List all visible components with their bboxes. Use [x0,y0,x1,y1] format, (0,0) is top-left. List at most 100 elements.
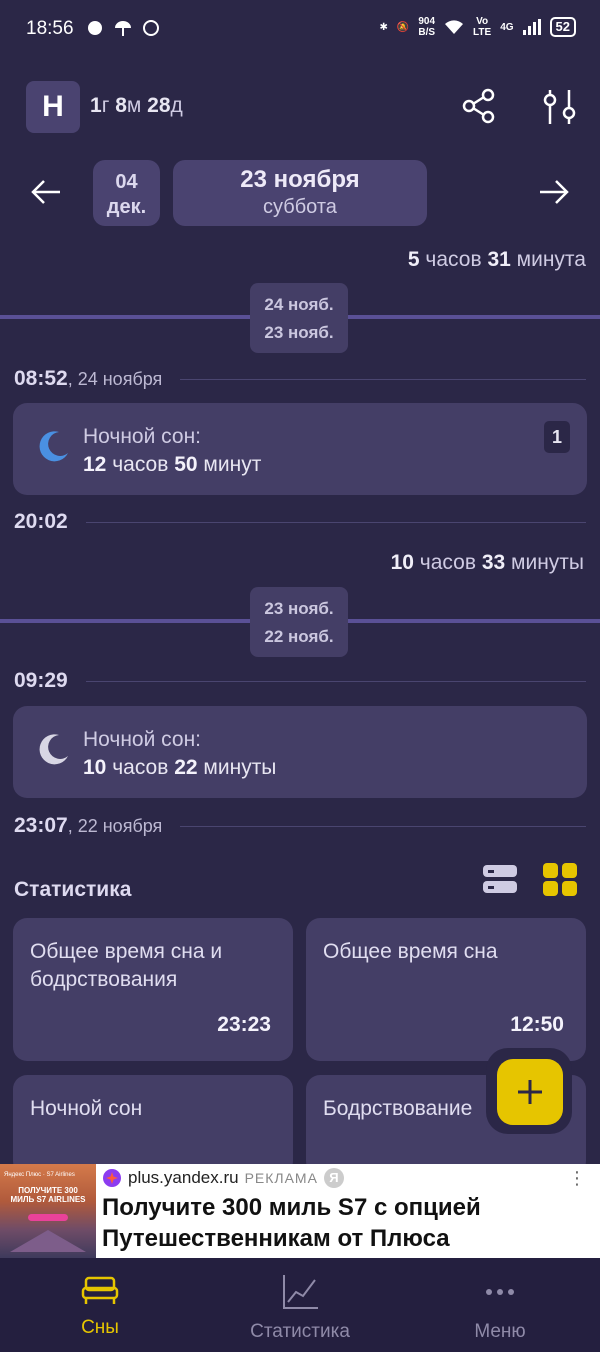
gap-minutes-unit: минуты [505,551,584,574]
stat-label: Общее время сна [323,940,498,963]
notification-icons [86,19,160,37]
status-time: 18:56 [26,18,74,39]
day-boundary-chip: 23 нояб. 22 нояб. [250,587,348,657]
nav-statistics[interactable]: Статистика [200,1258,400,1352]
current-date-button[interactable]: 23 ноября суббота [173,160,427,226]
net-speed-unit: B/S [418,27,436,38]
status-bar: 18:56 ✱ 🔕 904 B/S Vo LTE 4G 52 [0,0,600,60]
next-day-arrow-icon[interactable] [538,176,570,208]
moon-icon [39,734,68,765]
prev-day-arrow-icon[interactable] [30,176,62,208]
stat-card-night-sleep[interactable]: Ночной сон [13,1075,293,1175]
wakeups-count-badge: 1 [544,421,570,453]
more-dots-icon [486,1289,514,1295]
time-line [180,825,586,827]
gap-minutes: 33 [481,551,506,574]
network-type: 4G [500,21,514,33]
nav-sleep[interactable]: Сны [0,1258,200,1352]
plus-icon [518,1080,542,1104]
chip-bottom-date: 23 нояб. [264,323,334,342]
day-boundary-chip: 24 нояб. 23 нояб. [250,283,348,353]
stat-label: Ночной сон [30,1097,143,1120]
viber-icon [143,20,159,36]
sleep-entry-card[interactable]: Ночной сон: 12 часов 50 минут 1 [13,403,587,495]
age-years-unit: г [101,94,110,117]
sleep-duration: 12 часов 50 минут [83,453,261,477]
time-marker: 08:52, 24 ноября [14,364,586,394]
battery-indicator: 52 [549,17,576,37]
nav-menu-label: Меню [474,1321,526,1342]
gap-hours: 5 [407,248,420,271]
ad-domain: plus.yandex.ru [128,1168,239,1187]
time-line [85,521,586,523]
ad-image-mountain [10,1230,86,1252]
sleep-hours: 10 [83,756,107,779]
age-years: 1 [90,94,102,117]
age-months: 8 [115,94,127,117]
bluetooth-icon: ✱ [379,21,388,33]
nav-sleep-label: Сны [81,1317,119,1338]
ad-headline: Получите 300 миль S7 с опцией Путешестве… [102,1194,481,1252]
time-date: , 24 ноября [67,369,163,389]
volte-indicator: Vo LTE [473,16,491,38]
stat-value: 23:23 [217,1013,271,1036]
app-notification-icon [88,21,102,35]
child-avatar-button[interactable]: Н [26,81,80,133]
nav-menu[interactable]: Меню [400,1258,600,1352]
sleep-type-label: Ночной сон: [83,728,202,751]
sleep-minutes: 50 [174,453,198,476]
gap-hours-unit: часов [413,551,482,574]
stat-card-total-sleep[interactable]: Общее время сна 12:50 [306,918,586,1061]
ad-image-brand: Яндекс Плюс · S7 Airlines [4,1172,75,1178]
net-speed-value: 904 [418,16,436,27]
time-label: 20:02 [14,510,68,533]
wake-duration: 10 часов 33 минуты [391,551,584,575]
chip-top-date: 23 нояб. [264,599,334,618]
chart-icon [283,1275,318,1309]
sleep-minutes-unit: минуты [197,756,277,779]
gap-hours-unit: часов [419,248,488,271]
sleep-hours-unit: часов [106,756,175,779]
time-marker: 23:07, 22 ноября [14,811,586,841]
stat-card-total-sleep-wake[interactable]: Общее время сна и бодрствования 23:23 [13,918,293,1061]
sleep-minutes: 22 [174,756,198,779]
ad-image: Яндекс Плюс · S7 Airlines ПОЛУЧИТЕ 300 М… [0,1164,96,1258]
jump-date-button[interactable]: 04 дек. [93,160,160,226]
ad-banner[interactable]: Яндекс Плюс · S7 Airlines ПОЛУЧИТЕ 300 М… [0,1164,600,1258]
time-label: 09:29 [14,669,68,692]
volte-bottom: LTE [473,27,492,38]
child-age: 1г 8м 28д [90,94,183,118]
time-label: 08:52, 24 ноября [14,367,162,391]
share-icon[interactable] [462,88,496,124]
age-days-unit: д [170,94,183,117]
time-value: 08:52 [14,367,68,390]
sleep-type-label: Ночной сон: [83,425,202,448]
time-marker: 09:29 [14,666,586,696]
sleep-minutes-unit: минут [197,453,262,476]
current-date: 23 ноября [240,166,360,193]
statistics-title: Статистика [14,878,132,901]
grid-view-icon[interactable] [542,862,578,896]
umbrella-icon [115,21,131,36]
ad-image-headline: ПОЛУЧИТЕ 300 МИЛЬ S7 AIRLINES [10,1186,86,1204]
list-view-icon[interactable] [482,862,518,896]
ad-source: plus.yandex.ru РЕКЛАМА Я [102,1168,344,1188]
ad-more-icon[interactable]: ⋮ [568,1168,586,1189]
ad-image-button [28,1214,68,1221]
stat-label: Общее время сна и бодрствования [30,940,223,991]
wake-duration: 5 часов 31 минута [408,248,586,272]
net-speed: 904 B/S [418,16,435,38]
yandex-badge: Я [323,1168,344,1188]
system-icons: ✱ 🔕 904 B/S Vo LTE 4G 52 [379,16,576,38]
gap-hours: 10 [390,551,414,574]
jump-day: 04 [115,171,138,193]
age-days: 28 [147,94,171,117]
settings-sliders-icon[interactable] [542,88,578,126]
volte-top: Vo [476,16,489,27]
time-date: , 22 ноября [67,816,163,836]
add-entry-button[interactable] [497,1059,563,1125]
sleep-entry-card[interactable]: Ночной сон: 10 часов 22 минуты [13,706,587,798]
wifi-icon [445,20,464,34]
nav-statistics-label: Статистика [250,1321,350,1342]
time-line [85,680,586,682]
